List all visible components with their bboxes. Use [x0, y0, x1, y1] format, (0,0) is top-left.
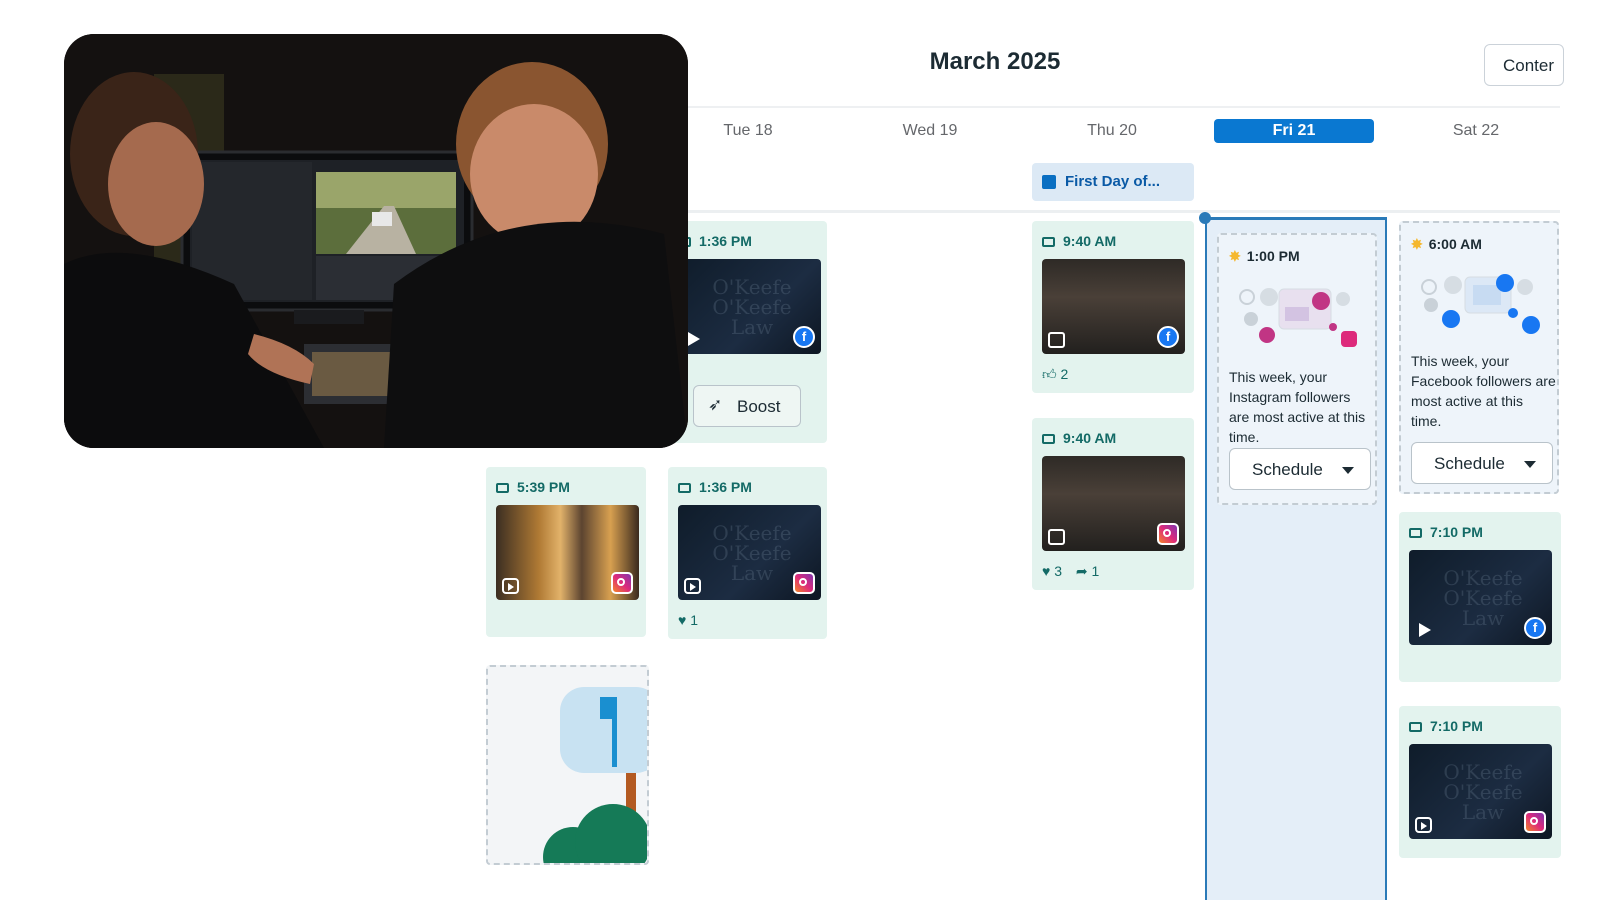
- current-time-dot: [1199, 212, 1211, 224]
- schedule-button[interactable]: Schedule: [1411, 442, 1553, 484]
- schedule-button-label: Schedule: [1252, 460, 1323, 479]
- instagram-icon: [1524, 811, 1546, 833]
- chevron-down-icon: [1524, 461, 1536, 468]
- day-header-wed[interactable]: Wed 19: [850, 119, 1010, 143]
- editing-team-photo: [64, 34, 688, 448]
- chevron-down-icon: [1342, 467, 1354, 474]
- like-count: 1: [690, 612, 698, 628]
- post-card-thu-ig[interactable]: 9:40 AM ♥ 3 ➦ 1: [1032, 418, 1194, 590]
- calendar-event-icon: [1042, 175, 1056, 189]
- suggested-time-card-fri[interactable]: ✸ 1:00 PM This week, your Instagram follo…: [1217, 233, 1377, 505]
- thumbnail-watermark: O'Keefe O'Keefe Law: [1443, 566, 1523, 630]
- like-count: 2: [1060, 366, 1069, 382]
- post-time: 1:36 PM: [678, 479, 752, 495]
- boost-button-label: Boost: [737, 397, 781, 416]
- heart-icon: ♥: [1042, 563, 1051, 579]
- current-time-line: [1205, 217, 1387, 220]
- suggested-time: 6:00 AM: [1428, 236, 1482, 252]
- post-thumbnail[interactable]: [1042, 456, 1185, 551]
- thumbnail-watermark: O'Keefe O'Keefe Law: [1443, 760, 1523, 824]
- post-card-mon-ig[interactable]: 5:39 PM: [486, 467, 646, 637]
- facebook-icon: f: [1157, 326, 1179, 348]
- play-icon: [688, 332, 700, 346]
- boost-button[interactable]: ➶ Boost: [693, 385, 801, 427]
- post-thumbnail[interactable]: O'Keefe O'Keefe Law: [1409, 744, 1552, 839]
- schedule-button[interactable]: Schedule: [1229, 448, 1371, 490]
- heart-icon: ♥: [678, 612, 687, 628]
- reel-icon: [502, 578, 519, 594]
- post-stats: 👍︎ 2: [1042, 366, 1078, 383]
- day-header-fri[interactable]: Fri 21: [1214, 119, 1374, 143]
- facebook-activity-illustration: [1421, 274, 1540, 334]
- post-card-tue-fb[interactable]: 1:36 PM O'Keefe O'Keefe Law f ➶ Boost: [668, 221, 827, 443]
- post-thumbnail[interactable]: O'Keefe O'Keefe Law: [678, 505, 821, 600]
- event-chip-first-day[interactable]: First Day of...: [1032, 163, 1194, 201]
- photo-icon: [1048, 529, 1065, 545]
- reel-icon: [684, 578, 701, 594]
- day-header-thu[interactable]: Thu 20: [1032, 119, 1192, 143]
- suggestion-text: This week, your Instagram followers are …: [1229, 369, 1366, 445]
- sparkle-icon: ✸: [1229, 248, 1241, 264]
- facebook-icon: f: [793, 326, 815, 348]
- schedule-button-label: Schedule: [1434, 454, 1505, 473]
- all-day-divider: [680, 210, 1560, 213]
- share-count: 1: [1091, 563, 1100, 579]
- instagram-activity-illustration: [1239, 288, 1357, 347]
- post-card-sat-ig[interactable]: 7:10 PM O'Keefe O'Keefe Law: [1399, 706, 1561, 858]
- post-card-sat-fb[interactable]: 7:10 PM O'Keefe O'Keefe Law f: [1399, 512, 1561, 682]
- post-thumbnail[interactable]: [496, 505, 639, 600]
- post-thumbnail[interactable]: f: [1042, 259, 1185, 354]
- suggested-time: 1:00 PM: [1246, 248, 1300, 264]
- mailbox-illustration: [543, 687, 647, 863]
- share-icon: ➦: [1075, 563, 1088, 579]
- post-time: 7:10 PM: [1409, 718, 1483, 734]
- post-time: 9:40 AM: [1042, 430, 1116, 446]
- post-card-thu-fb[interactable]: 9:40 AM f 👍︎ 2: [1032, 221, 1194, 393]
- photo-icon: [1048, 332, 1065, 348]
- event-chip-label: First Day of...: [1065, 173, 1161, 190]
- suggested-time-card-sat[interactable]: ✸ 6:00 AM This week, your Facebook follow…: [1399, 221, 1559, 494]
- rocket-icon: ➶: [708, 395, 723, 414]
- like-count: 3: [1054, 563, 1062, 579]
- content-button[interactable]: Conter: [1484, 44, 1564, 86]
- post-stats: ♥ 1: [678, 612, 708, 628]
- day-header-sat[interactable]: Sat 22: [1396, 119, 1556, 143]
- post-time: 7:10 PM: [1409, 524, 1483, 540]
- facebook-icon: f: [1524, 617, 1546, 639]
- header-divider: [680, 106, 1560, 108]
- empty-state-mailbox-card[interactable]: [486, 665, 649, 865]
- post-stats: ♥ 3 ➦ 1: [1042, 563, 1109, 580]
- post-thumbnail[interactable]: O'Keefe O'Keefe Law f: [678, 259, 821, 354]
- play-icon: [1419, 623, 1431, 637]
- thumbnail-watermark: O'Keefe O'Keefe Law: [712, 275, 792, 339]
- sparkle-icon: ✸: [1411, 236, 1423, 252]
- instagram-icon: [611, 572, 633, 594]
- post-time: 9:40 AM: [1042, 233, 1116, 249]
- day-header-tue[interactable]: Tue 18: [668, 119, 828, 143]
- suggestion-text: This week, your Facebook followers are m…: [1411, 353, 1556, 429]
- instagram-icon: [1157, 523, 1179, 545]
- post-card-tue-ig[interactable]: 1:36 PM O'Keefe O'Keefe Law ♥ 1: [668, 467, 827, 639]
- month-title: March 2025: [929, 48, 1061, 75]
- thumbnail-watermark: O'Keefe O'Keefe Law: [712, 521, 792, 585]
- thumbs-up-icon: 👍︎: [1042, 366, 1057, 382]
- instagram-icon: [793, 572, 815, 594]
- photo-illustration: [64, 34, 688, 448]
- post-thumbnail[interactable]: O'Keefe O'Keefe Law f: [1409, 550, 1552, 645]
- post-time: 5:39 PM: [496, 479, 570, 495]
- post-time: 1:36 PM: [678, 233, 752, 249]
- reel-icon: [1415, 817, 1432, 833]
- content-button-label: Conter: [1503, 56, 1555, 75]
